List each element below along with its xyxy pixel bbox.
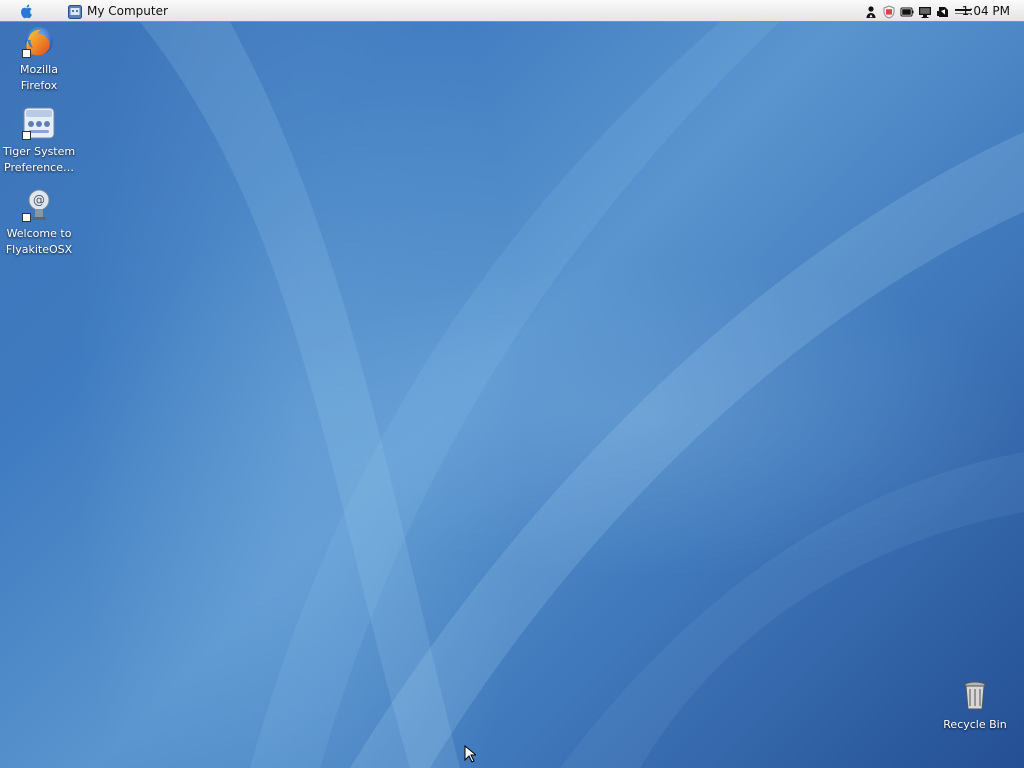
user-icon[interactable] [864,4,878,18]
menu-bar: My Computer 1:04 PM [0,0,1024,22]
battery-icon[interactable] [900,4,914,18]
desktop-icon-label: Tiger System Preference… [2,145,76,174]
network-icon[interactable] [936,4,950,18]
desktop-icon-label: Recycle Bin [943,718,1007,731]
desktop-icon-label: Welcome to FlyakiteOSX [5,227,73,256]
desktop-icon-tiger-system-preferences[interactable]: Tiger System Preference… [0,106,78,176]
clock[interactable]: 1:04 PM [962,4,1010,18]
mouse-pointer-icon [464,744,478,763]
desktop-icon-recycle-bin[interactable]: Recycle Bin [936,679,1014,733]
active-app-title[interactable]: My Computer [87,4,168,18]
system-preferences-icon [22,106,56,140]
desktop-icon-firefox[interactable]: Mozilla Firefox [0,24,78,94]
shield-icon[interactable] [882,4,896,19]
desktop-icon-label: Mozilla Firefox [20,63,58,92]
system-tray: 1:04 PM [834,0,1024,22]
wallpaper-swooshes [140,22,1024,768]
desktop-icon-welcome[interactable]: @ Welcome to FlyakiteOSX [0,188,78,258]
desktop: { "menubar": { "active_app": "My Compute… [0,0,1024,768]
finder-icon [68,4,82,19]
welcome-icon: @ [22,188,56,222]
monitor-icon[interactable] [918,4,932,18]
svg-text:@: @ [33,193,45,207]
trash-icon [958,679,992,713]
firefox-icon [22,24,56,58]
apple-menu-icon[interactable] [18,2,36,20]
